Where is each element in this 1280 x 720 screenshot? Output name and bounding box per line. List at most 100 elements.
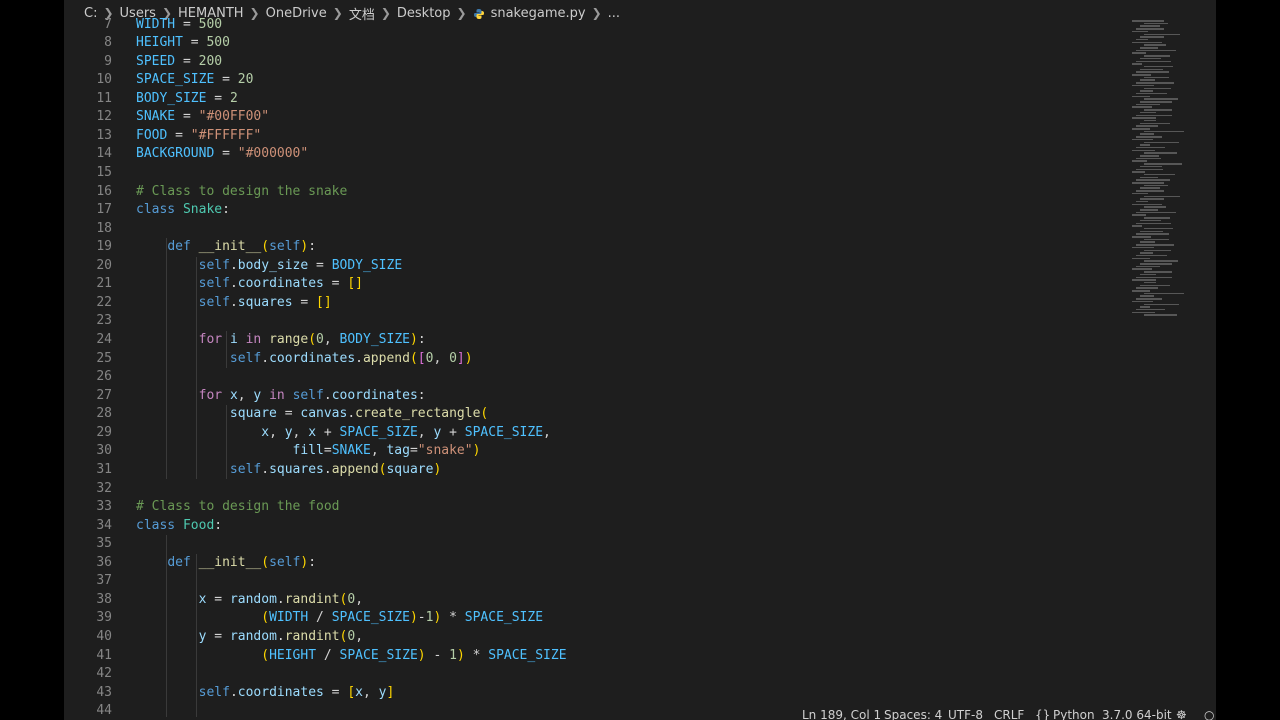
code-line[interactable]: 19 def __init__(self):: [64, 238, 1124, 257]
minimap-line: [1144, 119, 1156, 122]
code-line[interactable]: 36 def __init__(self):: [64, 554, 1124, 573]
minimap-line: [1144, 87, 1172, 89]
code-line[interactable]: 21 self.coordinates = []: [64, 275, 1124, 294]
minimap[interactable]: [1129, 20, 1199, 320]
language-mode[interactable]: Python: [1053, 708, 1095, 720]
minimap-line: [1144, 33, 1180, 35]
code-text: (HEIGHT / SPACE_SIZE) - 1) * SPACE_SIZE: [261, 647, 567, 663]
minimap-line: [1132, 74, 1152, 76]
minimap-line: [1144, 109, 1172, 111]
indentation-setting[interactable]: Spaces: 4: [884, 708, 942, 720]
code-line[interactable]: 41 (HEIGHT / SPACE_SIZE) - 1) * SPACE_SI…: [64, 647, 1124, 666]
code-line[interactable]: 29 x, y, x + SPACE_SIZE, y + SPACE_SIZE,: [64, 424, 1124, 443]
code-line[interactable]: 22 self.squares = []: [64, 294, 1124, 313]
code-line[interactable]: 25 self.coordinates.append([0, 0]): [64, 350, 1124, 369]
code-text: y = random.randint(0,: [198, 628, 364, 644]
code-line[interactable]: 34 class Food:: [64, 517, 1124, 536]
minimap-line: [1140, 295, 1155, 297]
minimap-line: [1132, 63, 1142, 65]
minimap-line: [1136, 157, 1161, 160]
minimap-line: [1136, 146, 1165, 149]
line-number: 32: [96, 480, 112, 496]
line-number: 41: [96, 647, 112, 663]
code-line[interactable]: 18: [64, 220, 1124, 239]
code-line[interactable]: 15: [64, 164, 1124, 183]
code-text: # Class to design the snake: [136, 183, 348, 199]
minimap-line: [1140, 155, 1160, 157]
minimap-line: [1144, 152, 1177, 154]
code-text: (WIDTH / SPACE_SIZE)-1) * SPACE_SIZE: [261, 610, 544, 626]
code-line[interactable]: 35: [64, 535, 1124, 554]
code-line[interactable]: 42: [64, 665, 1124, 684]
indent-guide: [196, 553, 197, 717]
code-line[interactable]: 17 class Snake:: [64, 201, 1124, 220]
python-interpreter[interactable]: 3.7.0 64-bit: [1102, 708, 1172, 720]
minimap-line: [1132, 95, 1151, 98]
minimap-line: [1140, 122, 1171, 125]
braces-icon: {}: [1035, 708, 1051, 720]
eol-setting[interactable]: CRLF: [994, 708, 1024, 720]
code-text: BACKGROUND = "#000000": [136, 146, 309, 162]
minimap-line: [1136, 82, 1174, 84]
code-line[interactable]: 27 for x, y in self.coordinates:: [64, 387, 1124, 406]
minimap-line: [1136, 211, 1176, 214]
code-text: fill=SNAKE, tag="snake"): [292, 443, 481, 459]
feedback-icon[interactable]: ☸: [1176, 708, 1187, 720]
minimap-line: [1136, 200, 1148, 203]
minimap-line: [1136, 28, 1164, 30]
code-line[interactable]: 30 fill=SNAKE, tag="snake"): [64, 442, 1124, 461]
minimap-line: [1140, 111, 1156, 114]
code-line[interactable]: 8 HEIGHT = 500: [64, 34, 1124, 53]
code-line[interactable]: 10 SPACE_SIZE = 20: [64, 71, 1124, 90]
code-line[interactable]: 20 self.body_size = BODY_SIZE: [64, 257, 1124, 276]
minimap-line: [1132, 52, 1147, 54]
code-text: HEIGHT = 500: [136, 35, 230, 51]
code-line[interactable]: 26: [64, 368, 1124, 387]
code-line[interactable]: 28 square = canvas.create_rectangle(: [64, 405, 1124, 424]
code-line[interactable]: 43 self.coordinates = [x, y]: [64, 684, 1124, 703]
code-line[interactable]: 32: [64, 480, 1124, 499]
line-number: 8: [104, 35, 112, 51]
minimap-line: [1136, 60, 1172, 62]
line-number: 23: [96, 313, 112, 329]
minimap-line: [1140, 176, 1159, 179]
code-line[interactable]: 37: [64, 572, 1124, 591]
indent-guide: [196, 256, 197, 480]
line-number: 7: [104, 17, 112, 32]
code-line[interactable]: 12 SNAKE = "#00FF00": [64, 108, 1124, 127]
editor-window: C: ❯ Users ❯ HEMANTH ❯ OneDrive ❯ 文档 ❯ D…: [64, 0, 1216, 720]
cursor-position[interactable]: Ln 189, Col 1: [802, 708, 881, 720]
minimap-line: [1132, 214, 1147, 216]
minimap-line: [1144, 195, 1180, 197]
code-text: def __init__(self):: [167, 554, 317, 570]
code-line[interactable]: 38 x = random.randint(0,: [64, 591, 1124, 610]
line-number: 21: [96, 276, 112, 292]
minimap-line: [1136, 71, 1169, 73]
code-line[interactable]: 31 self.squares.append(square): [64, 461, 1124, 480]
code-line[interactable]: 16 # Class to design the snake: [64, 183, 1124, 202]
minimap-line: [1136, 254, 1168, 257]
code-text: WIDTH = 500: [136, 17, 223, 32]
code-line[interactable]: 23: [64, 312, 1124, 331]
code-line[interactable]: 9 SPEED = 200: [64, 53, 1124, 72]
code-line[interactable]: 7 WIDTH = 500: [64, 17, 1124, 34]
line-number: 31: [96, 461, 112, 477]
minimap-line: [1140, 187, 1160, 189]
code-line[interactable]: 11 BODY_SIZE = 2: [64, 90, 1124, 109]
minimap-line: [1132, 117, 1156, 119]
code-text: self.coordinates.append([0, 0]): [229, 350, 473, 366]
code-line[interactable]: 24 for i in range(0, BODY_SIZE):: [64, 331, 1124, 350]
line-number: 19: [96, 239, 112, 255]
minimap-line: [1136, 244, 1174, 246]
indent-guide: [166, 238, 167, 480]
line-number: 24: [96, 332, 112, 348]
code-editor[interactable]: 7 WIDTH = 500 8 HEIGHT = 500 9 SPEED = 200 10 S…: [64, 17, 1124, 717]
encoding-setting[interactable]: UTF-8: [948, 708, 983, 720]
code-line[interactable]: 39 (WIDTH / SPACE_SIZE)-1) * SPACE_SIZE: [64, 609, 1124, 628]
code-line[interactable]: 40 y = random.randint(0,: [64, 628, 1124, 647]
code-line[interactable]: 13 FOOD = "#FFFFFF": [64, 127, 1124, 146]
code-line[interactable]: 33 # Class to design the food: [64, 498, 1124, 517]
code-line[interactable]: 14 BACKGROUND = "#000000": [64, 145, 1124, 164]
code-text: class Snake:: [136, 202, 230, 218]
bell-icon[interactable]: ○: [1204, 708, 1214, 720]
